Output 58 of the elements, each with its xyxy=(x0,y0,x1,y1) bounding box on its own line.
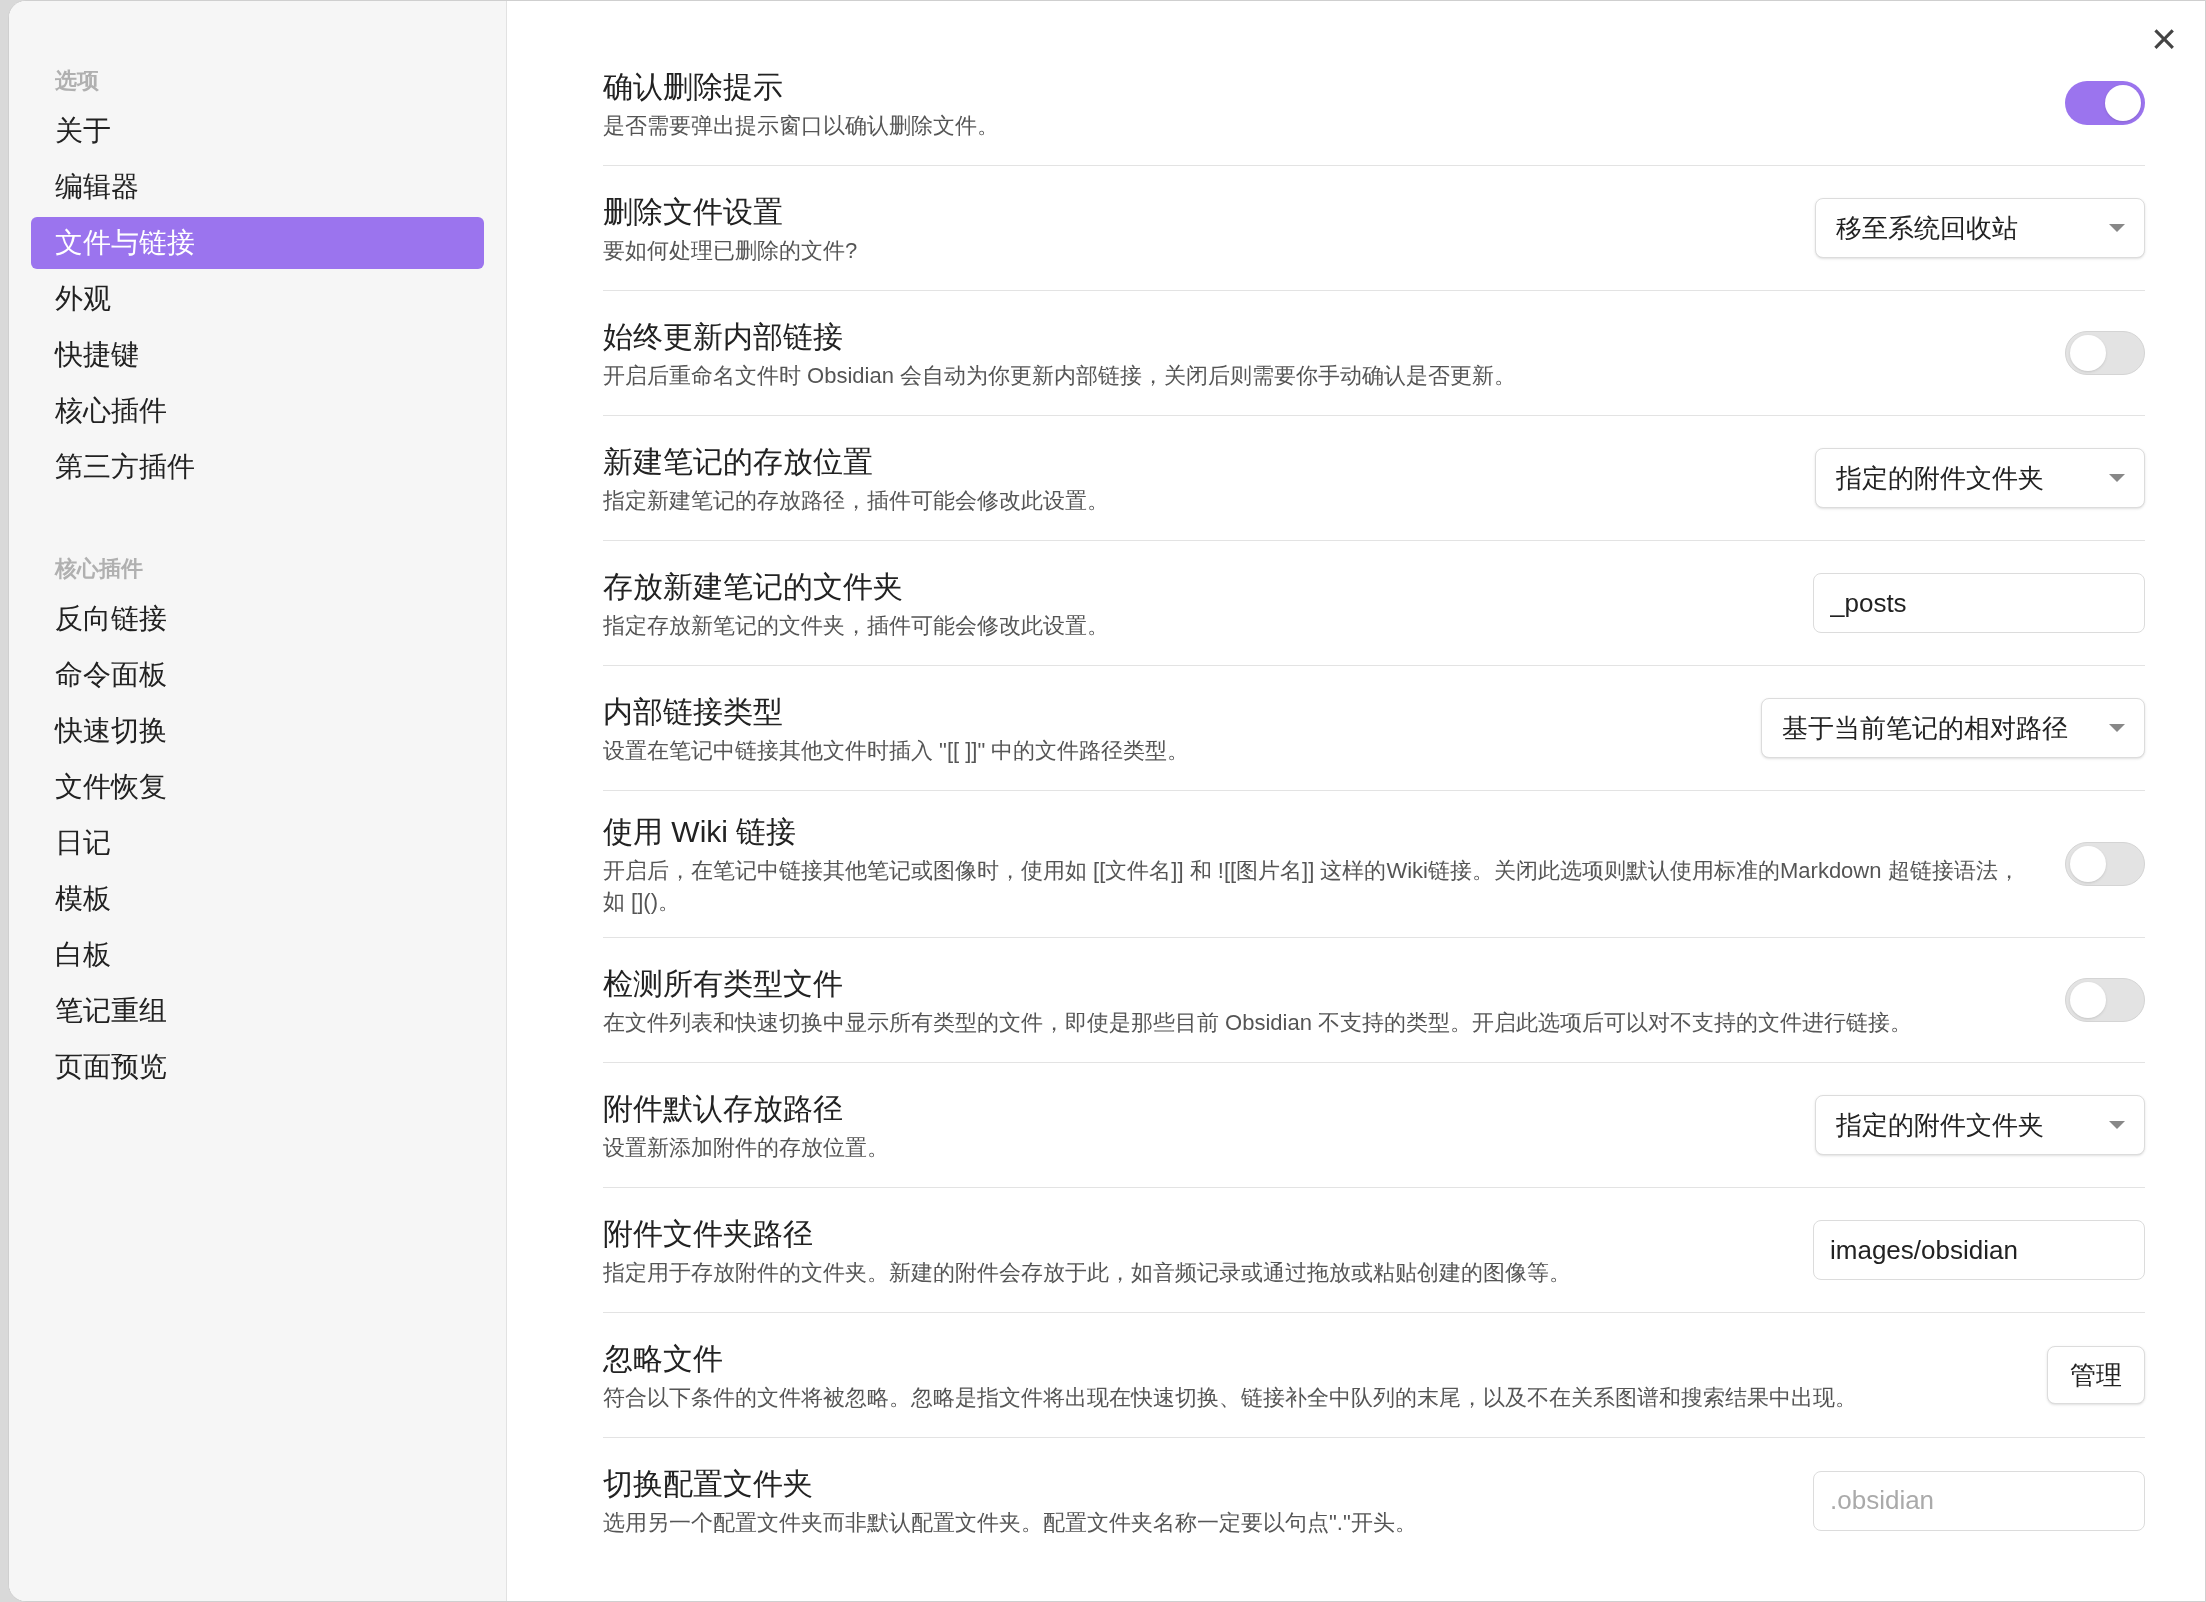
sidebar-item[interactable]: 核心插件 xyxy=(31,385,484,437)
sidebar-item[interactable]: 关于 xyxy=(31,105,484,157)
text-field[interactable]: _posts xyxy=(1813,573,2145,633)
dropdown[interactable]: 指定的附件文件夹 xyxy=(1815,1095,2145,1155)
sidebar-item[interactable]: 模板 xyxy=(31,873,484,925)
setting-description: 设置在笔记中链接其他文件时插入 "[[ ]]" 中的文件路径类型。 xyxy=(603,736,1191,765)
text-field[interactable]: .obsidian xyxy=(1813,1470,2145,1531)
setting-description: 要如何处理已删除的文件? xyxy=(603,236,859,265)
manage-button[interactable]: 管理 xyxy=(2047,1346,2145,1404)
dropdown[interactable]: 指定的附件文件夹 xyxy=(1815,448,2145,508)
toggle-switch[interactable] xyxy=(2065,842,2145,886)
sidebar-heading: 核心插件 xyxy=(53,554,144,583)
text-field[interactable]: images/obsidian xyxy=(1813,1220,2145,1280)
caret-icon xyxy=(2108,223,2126,233)
sidebar-item[interactable]: 命令面板 xyxy=(31,649,484,701)
toggle-switch[interactable] xyxy=(2065,978,2145,1022)
setting-title: 新建笔记的存放位置 xyxy=(603,443,874,480)
caret-icon xyxy=(2108,723,2126,733)
dropdown[interactable]: 移至系统回收站 xyxy=(1815,198,2145,258)
setting-title: 忽略文件 xyxy=(603,1340,724,1377)
setting-title: 存放新建笔记的文件夹 xyxy=(603,568,904,605)
sidebar-item[interactable]: 白板 xyxy=(31,929,484,981)
setting-description: 设置新添加附件的存放位置。 xyxy=(603,1133,890,1162)
close-button[interactable]: × xyxy=(2145,17,2183,61)
setting-title: 始终更新内部链接 xyxy=(603,318,844,355)
setting-title: 确认删除提示 xyxy=(603,68,784,105)
sidebar-item[interactable]: 外观 xyxy=(31,273,484,325)
sidebar-item[interactable]: 快捷键 xyxy=(31,329,484,381)
setting-description: 指定存放新笔记的文件夹，插件可能会修改此设置。 xyxy=(603,611,1110,640)
setting-title: 删除文件设置 xyxy=(603,193,784,230)
sidebar-item[interactable]: 文件恢复 xyxy=(31,761,484,813)
setting-title: 切换配置文件夹 xyxy=(603,1466,814,1502)
dropdown[interactable]: 基于当前笔记的相对路径 xyxy=(1761,698,2145,758)
sidebar-item[interactable]: 笔记重组 xyxy=(31,985,484,1037)
sidebar-item[interactable]: 快速切换 xyxy=(31,705,484,757)
setting-title: 附件默认存放路径 xyxy=(603,1090,844,1127)
setting-description: 指定用于存放附件的文件夹。新建的附件会存放于此，如音频记录或通过拖放或粘贴创建的图像等。 xyxy=(603,1258,1572,1287)
setting-description: 符合以下条件的文件将被忽略。忽略是指文件将出现在快速切换、链接补全中队列的末尾，以及不在关系图谱和搜索结果中出现。 xyxy=(603,1383,1858,1412)
sidebar-item[interactable]: 页面预览 xyxy=(31,1041,484,1093)
caret-icon xyxy=(2108,1120,2126,1130)
setting-title: 内部链接类型 xyxy=(603,693,784,730)
setting-title: 附件文件夹路径 xyxy=(603,1215,814,1252)
sidebar-item[interactable]: 日记 xyxy=(31,817,484,869)
caret-icon xyxy=(2108,473,2126,483)
sidebar-item[interactable]: 反向链接 xyxy=(31,593,484,645)
setting-description: 在文件列表和快速切换中显示所有类型的文件，即使是那些目前 Obsidian 不支持的类型。开启此选项后可以对不支持的文件进行链接。 xyxy=(603,1008,1914,1037)
toggle-switch[interactable] xyxy=(2065,81,2145,125)
setting-description: 选用另一个配置文件夹而非默认配置文件夹。配置文件夹名称一定要以句点"."开头。 xyxy=(603,1509,1418,1537)
sidebar-item[interactable]: 编辑器 xyxy=(31,161,484,213)
setting-description: 开启后重命名文件时 Obsidian 会自动为你更新内部链接，关闭后则需要你手动确认是否更新。 xyxy=(603,361,1518,390)
setting-title: 使用 Wiki 链接 xyxy=(603,814,798,850)
setting-description: 开启后，在笔记中链接其他笔记或图像时，使用如 [[文件名]] 和 ![[图片名]] 这样的Wiki链接。关闭此选项则默认使用标准的Markdown 超链接语法，如 []()。 xyxy=(603,857,2021,916)
setting-description: 指定新建笔记的存放路径，插件可能会修改此设置。 xyxy=(603,486,1110,515)
sidebar-item[interactable]: 第三方插件 xyxy=(31,441,484,493)
setting-description: 是否需要弹出提示窗口以确认删除文件。 xyxy=(603,111,1000,140)
sidebar-heading: 选项 xyxy=(54,66,100,95)
toggle-switch[interactable] xyxy=(2065,331,2145,375)
setting-title: 检测所有类型文件 xyxy=(603,965,844,1002)
